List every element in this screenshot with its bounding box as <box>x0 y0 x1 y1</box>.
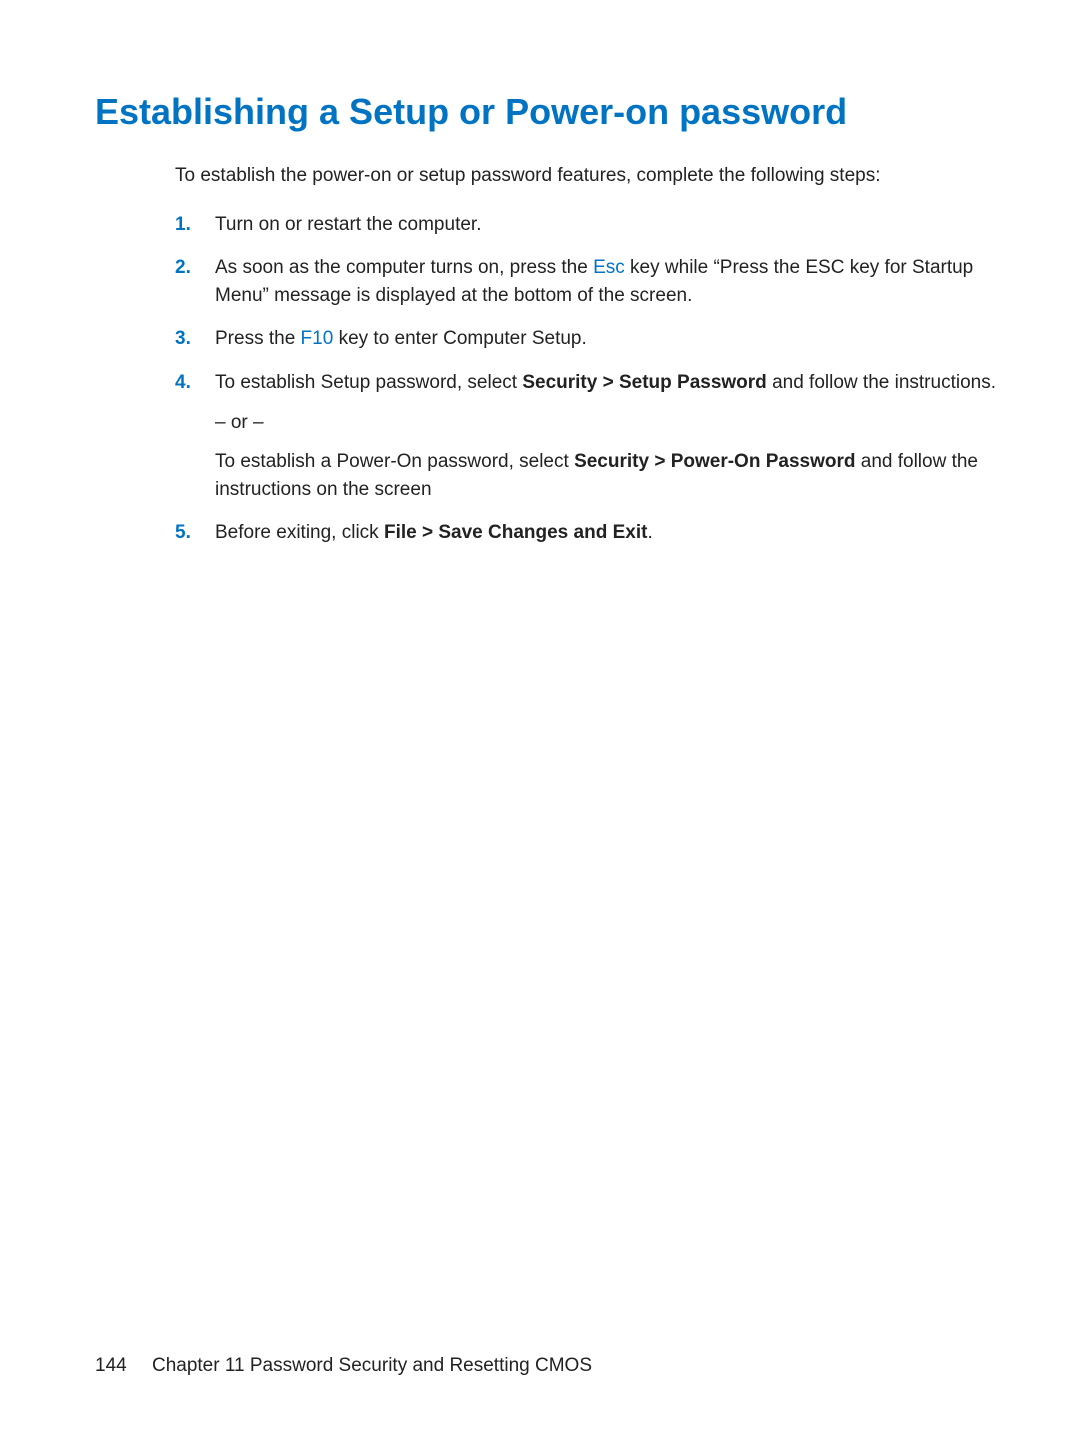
or-separator: – or – <box>215 409 1000 437</box>
step-5-text-a: Before exiting, click <box>215 522 384 543</box>
f10-key: F10 <box>301 328 334 349</box>
step-5-text-c: . <box>647 522 652 543</box>
step-5: Before exiting, click File > Save Change… <box>175 519 1000 547</box>
steps-list: Turn on or restart the computer. As soon… <box>175 211 1000 547</box>
step-3-text-b: key to enter Computer Setup. <box>333 328 586 349</box>
step-3-text-a: Press the <box>215 328 301 349</box>
step-4-alt: To establish a Power-On password, select… <box>215 448 1000 503</box>
step-4-text-d: To establish a Power-On password, select <box>215 451 574 472</box>
page-heading: Establishing a Setup or Power-on passwor… <box>95 90 1000 133</box>
step-3: Press the F10 key to enter Computer Setu… <box>175 325 1000 353</box>
step-4-bold-1: Security > Setup Password <box>522 372 766 393</box>
step-2-text-a: As soon as the computer turns on, press … <box>215 257 593 278</box>
chapter-title: Chapter 11 Password Security and Resetti… <box>152 1355 592 1376</box>
page-footer: 144 Chapter 11 Password Security and Res… <box>95 1355 592 1377</box>
intro-text: To establish the power-on or setup passw… <box>175 163 1000 189</box>
page-number: 144 <box>95 1355 127 1377</box>
step-2: As soon as the computer turns on, press … <box>175 254 1000 309</box>
step-5-bold: File > Save Changes and Exit <box>384 522 647 543</box>
step-4-text-a: To establish Setup password, select <box>215 372 522 393</box>
esc-key: Esc <box>593 257 625 278</box>
step-1: Turn on or restart the computer. <box>175 211 1000 239</box>
step-1-text: Turn on or restart the computer. <box>215 214 481 235</box>
step-4: To establish Setup password, select Secu… <box>175 369 1000 503</box>
step-4-text-c: and follow the instructions. <box>767 372 996 393</box>
step-4-bold-2: Security > Power-On Password <box>574 451 855 472</box>
